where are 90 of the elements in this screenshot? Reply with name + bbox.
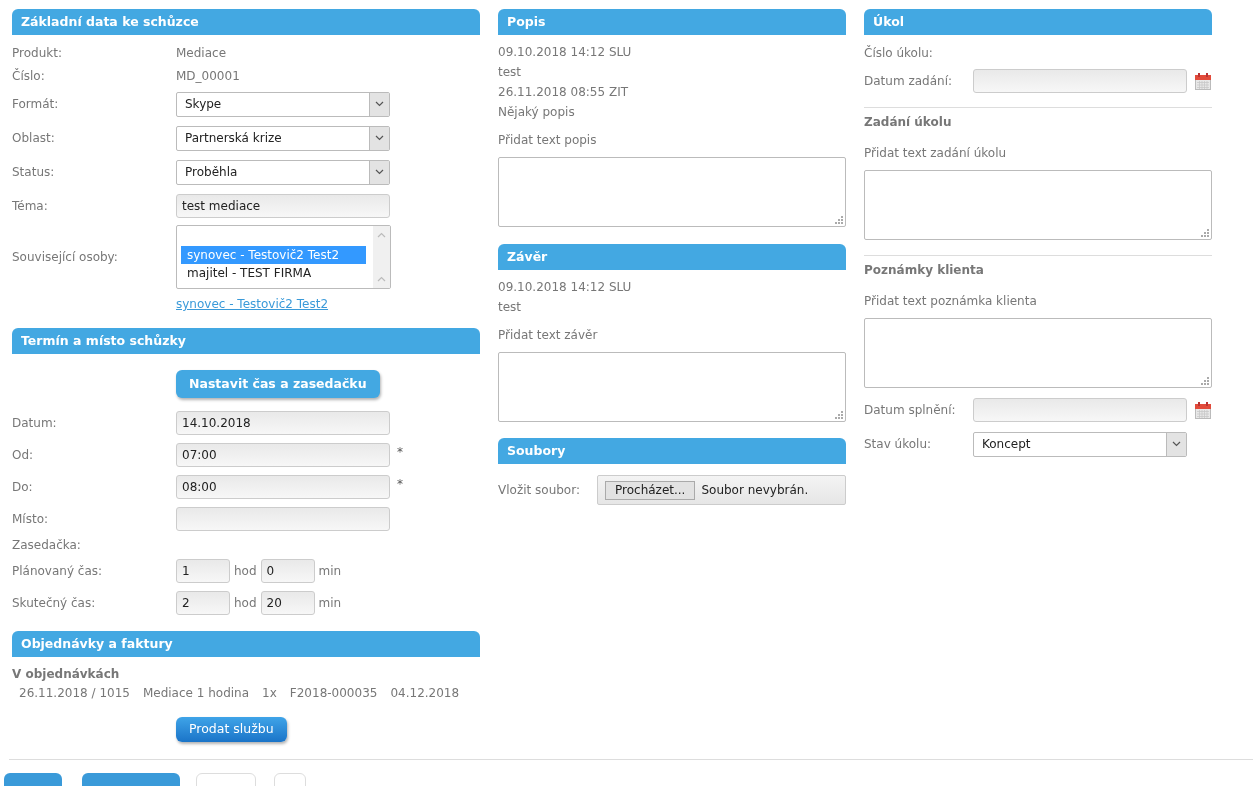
chevron-down-icon [375, 135, 384, 141]
resize-handle-icon [1200, 376, 1209, 385]
table-cell-text: Mediace 1 hodina [142, 685, 250, 702]
scrollbar[interactable] [373, 226, 390, 288]
note-text: 09.10.2018 14:12 SLU [498, 44, 633, 61]
list-option[interactable]: majitel - TEST FIRMA [181, 264, 366, 282]
subheading: V objednávkách [12, 666, 121, 682]
note-text: Nějaký popis [498, 104, 576, 121]
table-cell-text: F2018-000035 [289, 685, 378, 702]
table-cell-text: 1x [262, 685, 277, 702]
dropdown[interactable]: Proběhla [176, 159, 390, 185]
field-label: Téma: [12, 198, 49, 215]
field-label: Oblast: [12, 130, 56, 147]
section-header: Objednávky a faktury [12, 631, 480, 657]
list-box[interactable]: synovec - Testovič2 Test2 majitel - TEST FIRMA [176, 225, 391, 289]
section-header: Termín a místo schůzky [12, 328, 480, 354]
unit-label: min [318, 595, 342, 612]
unit-label: hod [234, 595, 257, 612]
note-text: test [498, 299, 523, 316]
field-label: Stav úkolu: [864, 436, 933, 453]
input-field[interactable]: 08:00 [176, 475, 390, 499]
section-header: Soubory [498, 438, 846, 464]
field-label: Přidat text poznámka klienta [864, 293, 1038, 310]
field-label: Plánovaný čas: [12, 563, 104, 580]
field-label: Zasedačka: [12, 537, 82, 554]
field-label: Datum splnění: [864, 402, 957, 419]
browse-button[interactable]: Procházet... [605, 480, 696, 500]
field-label: Přidat text závěr [498, 327, 599, 344]
input-field[interactable]: 20 [260, 591, 315, 615]
file-status: Soubor nevybrán. [701, 482, 809, 499]
text-area[interactable] [864, 170, 1212, 240]
file-input[interactable]: Procházet... Soubor nevybrán. [597, 475, 846, 505]
field-label: Formát: [12, 96, 60, 113]
required-mark: * [397, 444, 403, 461]
section-header: Závěr [498, 244, 846, 270]
input-field[interactable] [176, 507, 390, 531]
required-mark: * [397, 476, 403, 493]
field-label: Přidat text popis [498, 132, 598, 149]
calendar-icon [1195, 401, 1211, 419]
input-field[interactable] [973, 69, 1187, 93]
text-area[interactable] [864, 318, 1212, 388]
input-field[interactable]: 1 [176, 559, 230, 583]
field-label: Místo: [12, 511, 50, 528]
text-area[interactable] [498, 157, 846, 227]
dropdown[interactable]: Koncept [973, 431, 1187, 457]
chevron-up-icon [377, 232, 386, 238]
field-value: Mediace [176, 44, 227, 62]
resize-handle-icon [834, 410, 843, 419]
input-field[interactable]: 2 [176, 591, 230, 615]
field-label: Číslo: [12, 67, 46, 85]
field-label: Skutečný čas: [12, 595, 97, 612]
field-label: Datum: [12, 415, 58, 432]
field-label: Vložit soubor: [498, 482, 581, 499]
chevron-down-icon [375, 169, 384, 175]
field-label: Status: [12, 164, 56, 181]
section-header: Úkol [864, 9, 1212, 35]
text-area[interactable] [498, 352, 846, 422]
input-field[interactable] [973, 398, 1187, 422]
field-label: Produkt: [12, 44, 63, 62]
field-value: MD_00001 [176, 67, 240, 85]
section-header: Popis [498, 9, 846, 35]
note-text: 26.11.2018 08:55 ZIT [498, 84, 629, 101]
section-header: Základní data ke schůzce [12, 9, 480, 35]
resize-handle-icon [1200, 228, 1209, 237]
note-text: 09.10.2018 14:12 SLU [498, 279, 633, 296]
chevron-down-icon [1172, 441, 1181, 447]
input-field[interactable]: 0 [260, 559, 315, 583]
unit-label: min [318, 563, 342, 580]
field-label: Datum zadání: [864, 73, 953, 90]
unit-label: hod [234, 563, 257, 580]
field-label: Číslo úkolu: [864, 44, 934, 62]
field-label: Přidat text zadání úkolu [864, 145, 1008, 162]
field-label: Od: [12, 447, 35, 464]
chevron-up-icon [377, 276, 386, 282]
calendar-icon [1195, 72, 1211, 90]
subheading: Zadání úkolu [864, 114, 953, 131]
table-cell-text: 04.12.2018 [390, 685, 460, 702]
note-text: test [498, 64, 523, 81]
table-cell-text: 26.11.2018 / 1015 [19, 685, 130, 702]
dropdown[interactable]: Partnerská krize [176, 125, 390, 151]
sell-service-button[interactable]: Prodat službu [176, 717, 287, 742]
field-label: Do: [12, 479, 34, 496]
dropdown[interactable]: Skype [176, 91, 390, 117]
input-field[interactable]: test mediace [176, 194, 390, 218]
subheading: Poznámky klienta [864, 262, 985, 279]
input-field[interactable]: 14.10.2018 [176, 411, 390, 435]
resize-handle-icon [834, 215, 843, 224]
field-label: Související osoby: [12, 249, 119, 266]
chevron-down-icon [375, 101, 384, 107]
input-field[interactable]: 07:00 [176, 443, 390, 467]
